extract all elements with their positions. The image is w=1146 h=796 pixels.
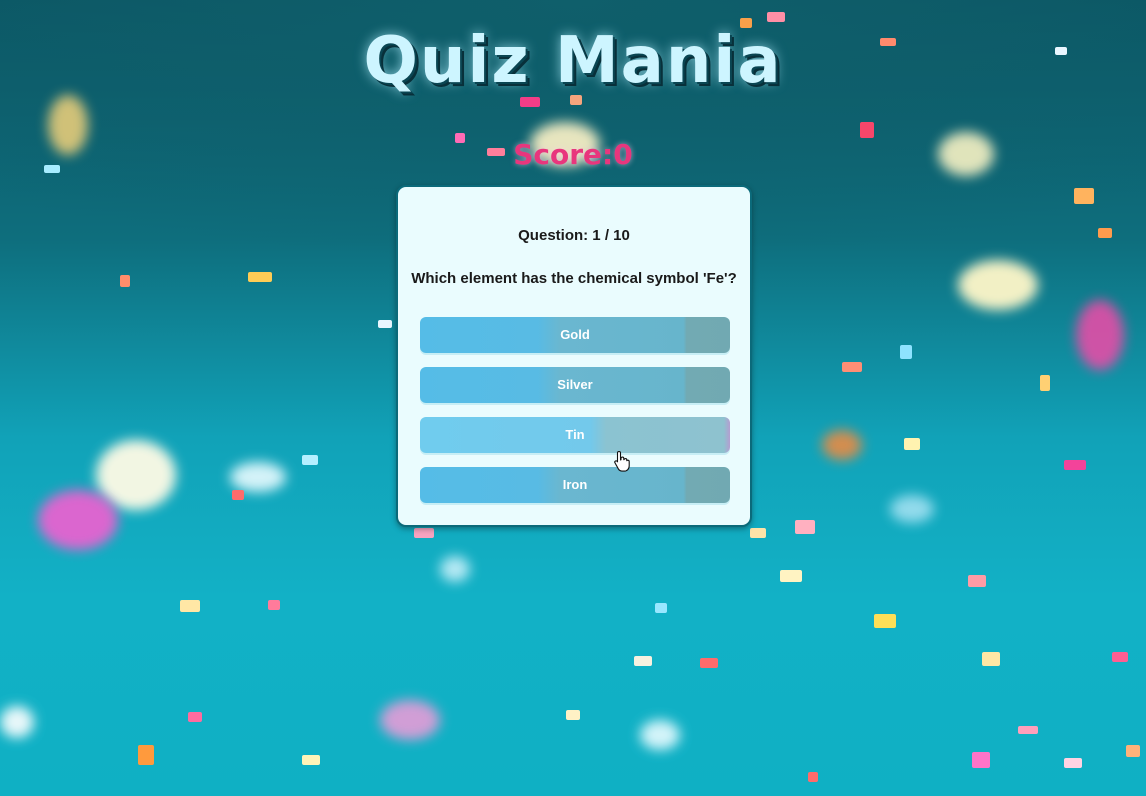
pointer-hand-icon: [614, 450, 630, 472]
question-text: Which element has the chemical symbol 'F…: [411, 270, 737, 287]
quiz-card: Question: 1 / 10 Which element has the c…: [396, 185, 752, 527]
answer-button-tin[interactable]: Tin: [420, 417, 730, 453]
app-title: Quiz Mania: [363, 24, 783, 98]
score-display: Score:0: [0, 138, 1146, 171]
answer-button-silver[interactable]: Silver: [420, 367, 730, 403]
answer-button-gold[interactable]: Gold: [420, 317, 730, 353]
answer-button-iron[interactable]: Iron: [420, 467, 730, 503]
quiz-page: Quiz Mania Score:0 Question: 1 / 10 Whic…: [0, 0, 1146, 796]
score-label: Score:: [513, 138, 614, 171]
answer-list: Gold Silver Tin Iron: [420, 317, 730, 517]
question-counter: Question: 1 / 10: [518, 227, 630, 244]
score-value: 0: [613, 138, 633, 171]
